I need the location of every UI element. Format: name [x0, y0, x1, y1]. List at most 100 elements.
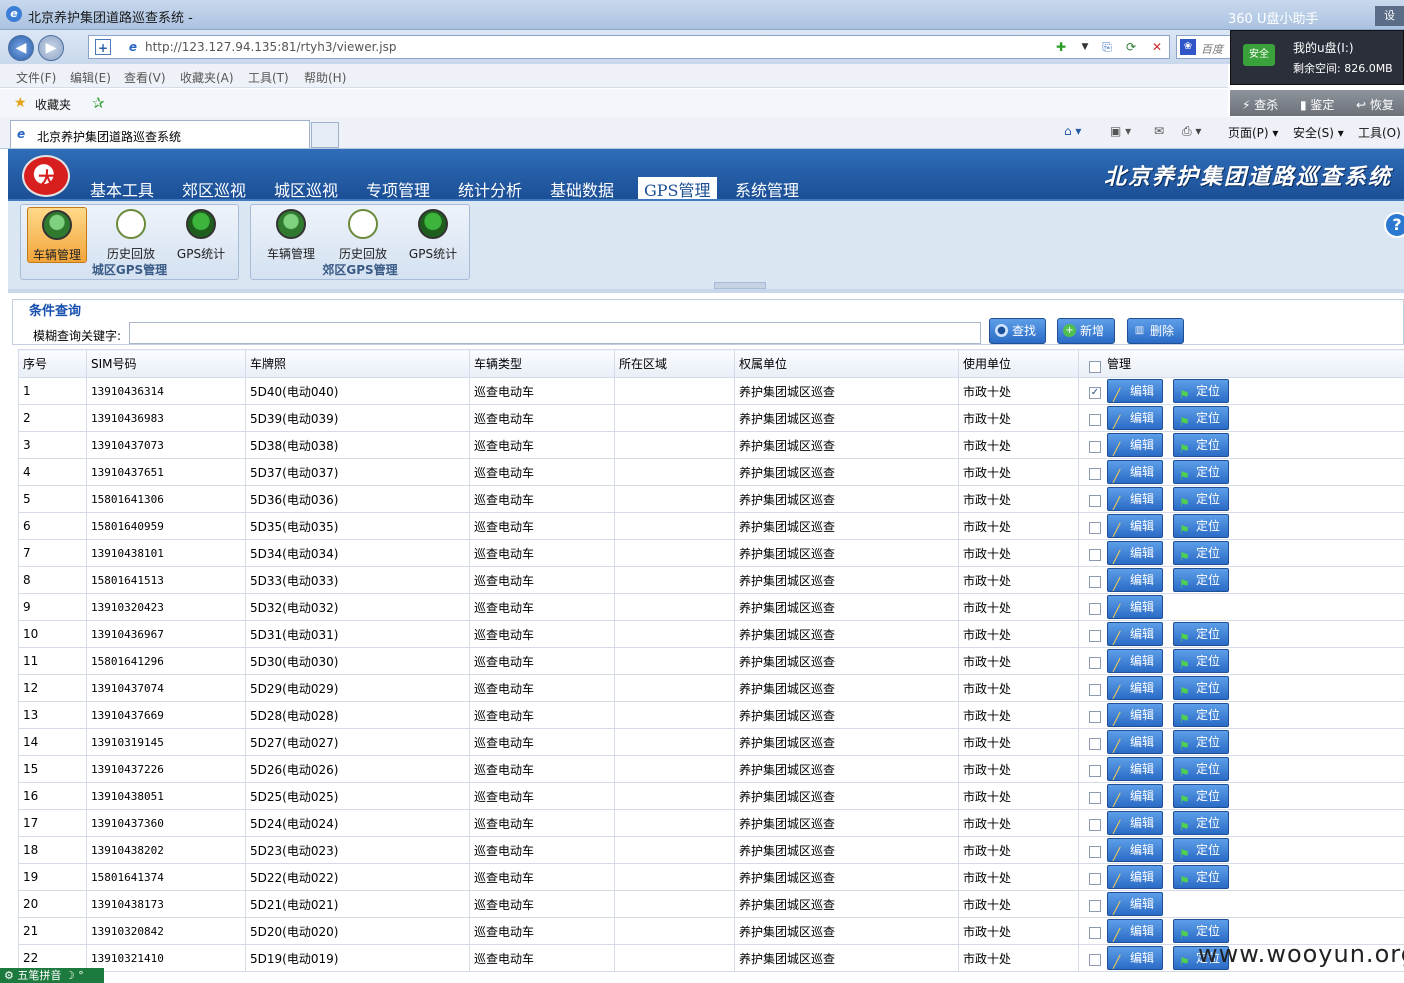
- add-favorite-icon[interactable]: ✰: [92, 94, 105, 112]
- edit-button[interactable]: ╱ 编辑: [1107, 865, 1163, 889]
- locate-button[interactable]: ⚑ 定位: [1173, 568, 1229, 592]
- nav-basic-tools[interactable]: 基本工具: [90, 177, 154, 201]
- row-checkbox[interactable]: [1089, 927, 1101, 939]
- edit-button[interactable]: ╱ 编辑: [1107, 703, 1163, 727]
- locate-button[interactable]: ⚑ 定位: [1173, 649, 1229, 673]
- edit-button[interactable]: ╱ 编辑: [1107, 730, 1163, 754]
- add-icon[interactable]: +: [95, 39, 111, 55]
- edit-button[interactable]: ╱ 编辑: [1107, 919, 1163, 943]
- row-checkbox[interactable]: [1089, 738, 1101, 750]
- edit-button[interactable]: ╱ 编辑: [1107, 568, 1163, 592]
- nav-system[interactable]: 系统管理: [735, 177, 799, 201]
- row-checkbox[interactable]: [1089, 900, 1101, 912]
- row-checkbox[interactable]: [1089, 819, 1101, 831]
- locate-button[interactable]: ⚑ 定位: [1173, 460, 1229, 484]
- locate-button[interactable]: ⚑ 定位: [1173, 676, 1229, 700]
- settings-button[interactable]: 设: [1375, 6, 1404, 26]
- locate-button[interactable]: ⚑ 定位: [1173, 811, 1229, 835]
- edit-button[interactable]: ╱ 编辑: [1107, 379, 1163, 403]
- go-icon[interactable]: ✚: [1053, 39, 1069, 55]
- tools-menu[interactable]: 工具(O): [1358, 124, 1401, 141]
- nav-base-data[interactable]: 基础数据: [550, 177, 614, 201]
- row-checkbox[interactable]: [1089, 792, 1101, 804]
- search-button[interactable]: ● 查找: [989, 318, 1046, 344]
- url-text[interactable]: http://123.127.94.135:81/rtyh3/viewer.js…: [145, 40, 396, 54]
- suburb-history-button[interactable]: 历史回放: [333, 207, 393, 263]
- edit-button[interactable]: ╱ 编辑: [1107, 622, 1163, 646]
- locate-button[interactable]: ⚑ 定位: [1173, 433, 1229, 457]
- restore-button[interactable]: ↩ 恢复: [1356, 96, 1394, 113]
- select-all-checkbox[interactable]: [1089, 360, 1101, 373]
- edit-button[interactable]: ╱ 编辑: [1107, 595, 1163, 619]
- row-checkbox[interactable]: [1089, 549, 1101, 561]
- forward-button[interactable]: ▶: [38, 35, 64, 61]
- row-checkbox[interactable]: [1089, 657, 1101, 669]
- menu-tools[interactable]: 工具(T): [248, 69, 289, 86]
- locate-button[interactable]: ⚑ 定位: [1173, 541, 1229, 565]
- edit-button[interactable]: ╱ 编辑: [1107, 541, 1163, 565]
- chevron-down-icon[interactable]: ▼: [1077, 39, 1093, 55]
- edit-button[interactable]: ╱ 编辑: [1107, 514, 1163, 538]
- locate-button[interactable]: ⚑ 定位: [1173, 757, 1229, 781]
- add-button[interactable]: + 新增: [1057, 318, 1115, 344]
- scan-button[interactable]: ⚡ 查杀: [1242, 96, 1278, 113]
- locate-button[interactable]: ⚑ 定位: [1173, 838, 1229, 862]
- menu-edit[interactable]: 编辑(E): [70, 69, 111, 86]
- row-checkbox[interactable]: [1089, 522, 1101, 534]
- compat-view-icon[interactable]: ⎘: [1099, 39, 1115, 55]
- row-checkbox[interactable]: [1089, 414, 1101, 426]
- refresh-icon[interactable]: ⟳: [1123, 39, 1139, 55]
- edit-button[interactable]: ╱ 编辑: [1107, 460, 1163, 484]
- nav-statistics[interactable]: 统计分析: [458, 177, 522, 201]
- address-bar[interactable]: + e http://123.127.94.135:81/rtyh3/viewe…: [88, 35, 1170, 59]
- locate-button[interactable]: ⚑ 定位: [1173, 703, 1229, 727]
- edit-button[interactable]: ╱ 编辑: [1107, 676, 1163, 700]
- usb-helper-label[interactable]: 360 U盘小助手: [1228, 8, 1318, 27]
- edit-button[interactable]: ╱ 编辑: [1107, 487, 1163, 511]
- locate-button[interactable]: ⚑ 定位: [1173, 487, 1229, 511]
- locate-button[interactable]: ⚑ 定位: [1173, 730, 1229, 754]
- keyword-input[interactable]: [129, 322, 981, 344]
- suburb-gps-stats-button[interactable]: GPS统计: [403, 207, 463, 263]
- locate-button[interactable]: ⚑ 定位: [1173, 406, 1229, 430]
- feed-icon[interactable]: ▣ ▾: [1110, 124, 1131, 138]
- edit-button[interactable]: ╱ 编辑: [1107, 433, 1163, 457]
- mail-icon[interactable]: ✉: [1154, 124, 1164, 138]
- edit-button[interactable]: ╱ 编辑: [1107, 811, 1163, 835]
- locate-button[interactable]: ⚑ 定位: [1173, 379, 1229, 403]
- nav-gps[interactable]: GPS管理: [638, 177, 717, 200]
- suburb-vehicle-button[interactable]: 车辆管理: [261, 207, 321, 263]
- delete-button[interactable]: ▥ 删除: [1127, 318, 1184, 344]
- row-checkbox[interactable]: [1089, 468, 1101, 480]
- identify-button[interactable]: ▮ 鉴定: [1300, 96, 1334, 113]
- print-icon[interactable]: ⎙ ▾: [1182, 124, 1201, 139]
- search-box[interactable]: ❀ 百度: [1176, 35, 1236, 59]
- row-checkbox[interactable]: [1089, 954, 1101, 966]
- locate-button[interactable]: ⚑ 定位: [1173, 784, 1229, 808]
- row-checkbox[interactable]: [1089, 630, 1101, 642]
- city-history-button[interactable]: 历史回放: [101, 207, 161, 263]
- safety-menu[interactable]: 安全(S) ▾: [1293, 124, 1344, 141]
- stop-icon[interactable]: ✕: [1149, 39, 1165, 55]
- new-tab-button[interactable]: [311, 122, 339, 148]
- menu-file[interactable]: 文件(F): [16, 69, 56, 86]
- locate-button[interactable]: ⚑ 定位: [1173, 622, 1229, 646]
- edit-button[interactable]: ╱ 编辑: [1107, 757, 1163, 781]
- row-checkbox[interactable]: [1089, 603, 1101, 615]
- nav-suburb-patrol[interactable]: 郊区巡视: [182, 177, 246, 201]
- edit-button[interactable]: ╱ 编辑: [1107, 649, 1163, 673]
- locate-button[interactable]: ⚑ 定位: [1173, 514, 1229, 538]
- edit-button[interactable]: ╱ 编辑: [1107, 406, 1163, 430]
- menu-help[interactable]: 帮助(H): [304, 69, 346, 86]
- row-checkbox[interactable]: [1089, 846, 1101, 858]
- city-gps-stats-button[interactable]: GPS统计: [171, 207, 231, 263]
- nav-special[interactable]: 专项管理: [366, 177, 430, 201]
- page-menu[interactable]: 页面(P) ▾: [1228, 124, 1278, 141]
- row-checkbox[interactable]: [1089, 495, 1101, 507]
- row-checkbox[interactable]: [1089, 684, 1101, 696]
- row-checkbox[interactable]: ✓: [1089, 387, 1101, 399]
- menu-favorites[interactable]: 收藏夹(A): [180, 69, 234, 86]
- star-icon[interactable]: ★: [14, 95, 27, 111]
- locate-button[interactable]: ⚑ 定位: [1173, 865, 1229, 889]
- nav-city-patrol[interactable]: 城区巡视: [274, 177, 338, 201]
